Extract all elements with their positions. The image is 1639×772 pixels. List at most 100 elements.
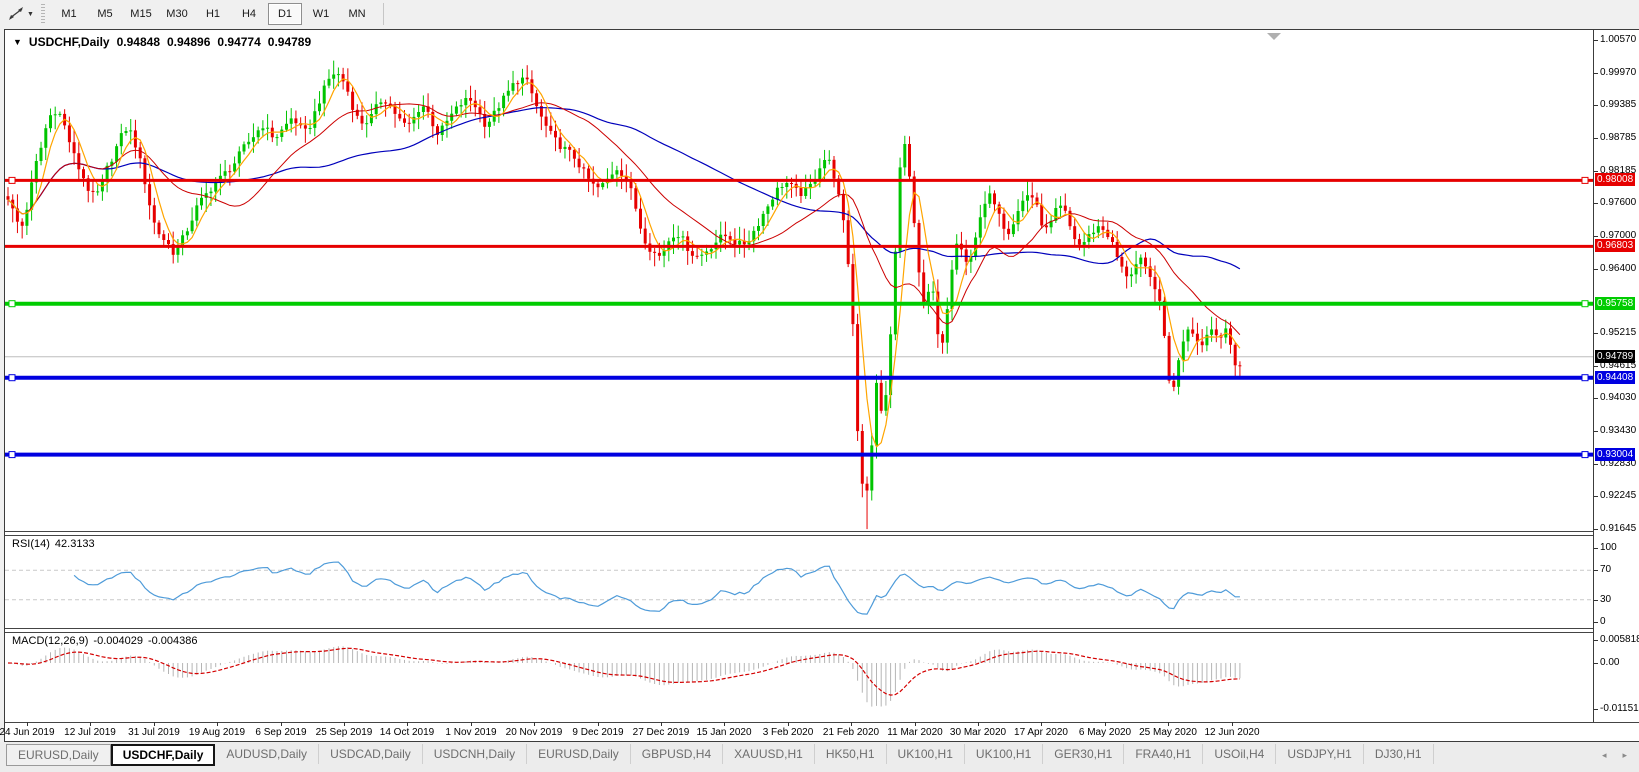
chart-tab-uk100-h1[interactable]: UK100,H1 (887, 744, 965, 764)
ohlc-low: 0.94774 (217, 35, 260, 49)
date-axis-label: 6 Sep 2019 (255, 727, 306, 738)
chart-tab-eurusd-daily[interactable]: EURUSD,Daily (527, 744, 631, 764)
price-axis-tickmark (1594, 269, 1598, 270)
timeframe-button-m5[interactable]: M5 (88, 3, 122, 25)
main-chart-canvas[interactable] (5, 30, 1593, 531)
chart-tab-usdchf-daily[interactable]: USDCHF,Daily (111, 744, 216, 766)
price-axis-tickmark (1594, 171, 1598, 172)
date-axis-tickmark (90, 722, 91, 726)
macd-axis-tickmark (1594, 640, 1598, 641)
date-axis-tickmark (281, 722, 282, 726)
hline-handle-left (9, 301, 15, 307)
date-axis-label: 25 Sep 2019 (316, 727, 373, 738)
price-axis-tickmark (1594, 333, 1598, 334)
chart-tab-uk100-h1[interactable]: UK100,H1 (965, 744, 1043, 764)
price-axis-tickmark (1594, 366, 1598, 367)
tab-scroll-right-icon[interactable]: ▸ (1622, 750, 1627, 761)
macd-axis-tick-label: -0.011514 (1600, 703, 1639, 714)
hline-price-label: 0.94408 (1595, 371, 1635, 384)
chart-tab-ger30-h1[interactable]: GER30,H1 (1043, 744, 1124, 764)
chart-tab-xauusd-h1[interactable]: XAUUSD,H1 (723, 744, 815, 764)
rsi-chart-canvas[interactable] (5, 535, 1593, 628)
price-axis-tick-label: 0.91645 (1600, 523, 1636, 534)
macd-pane-label: MACD(12,26,9)-0.004029-0.004386 (12, 635, 198, 647)
toolbar-separator (383, 3, 384, 25)
date-axis-label: 11 Mar 2020 (887, 727, 942, 738)
timeframe-button-h4[interactable]: H4 (232, 3, 266, 25)
chart-window: ▼ USDCHF,Daily 0.94848 0.94896 0.94774 0… (4, 29, 1639, 742)
date-axis-line (5, 722, 1639, 723)
price-axis-tickmark (1594, 73, 1598, 74)
date-axis-tickmark (471, 722, 472, 726)
price-axis-tickmark (1594, 105, 1598, 106)
date-axis-tickmark (407, 722, 408, 726)
rsi-axis-tickmark (1594, 622, 1598, 623)
price-axis[interactable]: 1.005700.999700.993850.987850.981850.976… (1593, 30, 1639, 722)
rsi-axis-tickmark (1594, 570, 1598, 571)
date-axis-label: 12 Jul 2019 (64, 727, 116, 738)
timeframe-button-mn[interactable]: MN (340, 3, 374, 25)
chart-tab-bar: EURUSD,DailyUSDCHF,DailyAUDUSD,DailyUSDC… (0, 742, 1639, 772)
chart-tab-dj30-h1[interactable]: DJ30,H1 (1364, 744, 1434, 764)
chart-tab-usdcad-daily[interactable]: USDCAD,Daily (319, 744, 423, 764)
chart-tab-eurusd-daily[interactable]: EURUSD,Daily (6, 744, 111, 766)
timeframe-button-m15[interactable]: M15 (124, 3, 158, 25)
trendline-cursor-tool-button[interactable]: ▼ (3, 3, 39, 25)
price-axis-tick-label: 0.99385 (1600, 99, 1636, 110)
chart-tab-gbpusd-h4[interactable]: GBPUSD,H4 (631, 744, 723, 764)
timeframe-button-h1[interactable]: H1 (196, 3, 230, 25)
chart-symbol-label: USDCHF,Daily (29, 35, 110, 49)
timeframe-button-w1[interactable]: W1 (304, 3, 338, 25)
chart-tab-fra40-h1[interactable]: FRA40,H1 (1124, 744, 1203, 764)
tab-scroll-arrows: ◂▸ (1602, 744, 1627, 761)
price-axis-tick-label: 0.96400 (1600, 263, 1636, 274)
rsi-axis-tickmark (1594, 548, 1598, 549)
chart-tab-audusd-daily[interactable]: AUDUSD,Daily (215, 744, 319, 764)
chart-tab-hk50-h1[interactable]: HK50,H1 (815, 744, 887, 764)
date-axis-label: 31 Jul 2019 (128, 727, 180, 738)
hline-price-label: 0.98008 (1595, 173, 1635, 186)
date-axis-tickmark (724, 722, 725, 726)
chart-tab-usdjpy-h1[interactable]: USDJPY,H1 (1276, 744, 1363, 764)
date-axis-tickmark (851, 722, 852, 726)
date-axis-label: 30 Mar 2020 (950, 727, 1006, 738)
macd-axis-tick-label: 0.005818 (1600, 634, 1639, 645)
price-axis-tick-label: 0.98785 (1600, 132, 1636, 143)
timeframe-button-m1[interactable]: M1 (52, 3, 86, 25)
macd-axis-tickmark (1594, 709, 1598, 710)
date-axis-tickmark (598, 722, 599, 726)
pane-splitter-macd[interactable] (5, 628, 1639, 633)
price-axis-tickmark (1594, 529, 1598, 530)
toolbar-grip[interactable] (41, 4, 45, 24)
chart-tab-usdcnh-daily[interactable]: USDCNH,Daily (423, 744, 527, 764)
timeframe-button-d1[interactable]: D1 (268, 3, 302, 25)
chart-title-dropdown-icon[interactable]: ▼ (13, 35, 22, 49)
tab-scroll-left-icon[interactable]: ◂ (1602, 750, 1607, 761)
date-axis-label: 1 Nov 2019 (445, 727, 496, 738)
rsi-axis-tick-label: 30 (1600, 594, 1611, 605)
timeframe-button-m30[interactable]: M30 (160, 3, 194, 25)
tool-dropdown-caret-icon[interactable]: ▼ (27, 11, 34, 18)
price-axis-tickmark (1594, 236, 1598, 237)
macd-chart-canvas[interactable] (5, 632, 1593, 722)
date-axis-label: 19 Aug 2019 (189, 727, 245, 738)
rsi-pane-label: RSI(14)42.3133 (12, 538, 95, 550)
price-axis-tick-label: 0.93430 (1600, 425, 1636, 436)
macd-axis-tickmark (1594, 663, 1598, 664)
date-axis-label: 14 Oct 2019 (380, 727, 434, 738)
date-axis-label: 6 May 2020 (1079, 727, 1131, 738)
rsi-axis-tick-label: 0 (1600, 616, 1606, 627)
chart-tab-usoil-h4[interactable]: USOil,H4 (1203, 744, 1276, 764)
date-axis-tickmark (661, 722, 662, 726)
date-axis-tickmark (534, 722, 535, 726)
price-axis-tickmark (1594, 464, 1598, 465)
price-axis-tick-label: 1.00570 (1600, 34, 1636, 45)
date-axis-tickmark (1168, 722, 1169, 726)
date-axis-label: 9 Dec 2019 (572, 727, 623, 738)
rsi-axis-tick-label: 100 (1600, 542, 1617, 553)
price-axis-tick-label: 0.97600 (1600, 197, 1636, 208)
price-axis-tickmark (1594, 496, 1598, 497)
pane-splitter-rsi[interactable] (5, 531, 1639, 536)
price-axis-tick-label: 0.94030 (1600, 392, 1636, 403)
date-axis-tickmark (788, 722, 789, 726)
